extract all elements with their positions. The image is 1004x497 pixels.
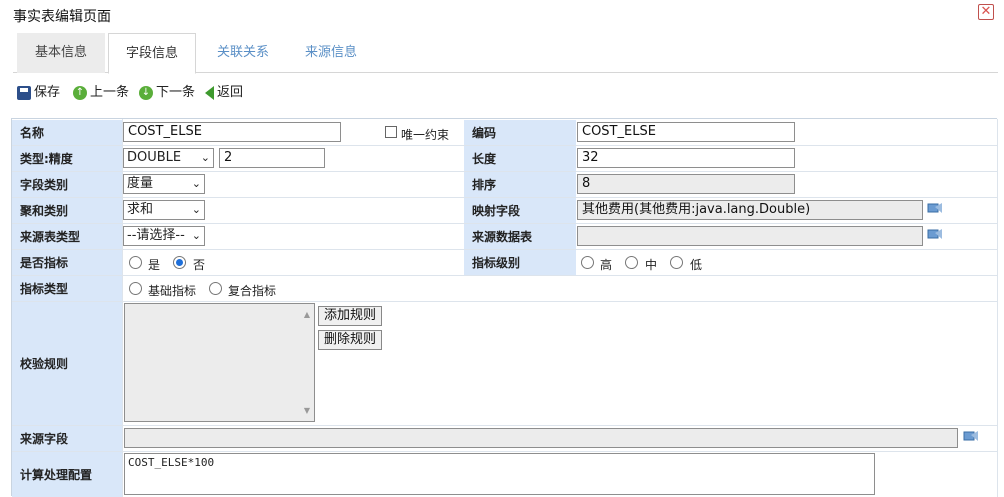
tab-bar: 基本信息 字段信息 关联关系 来源信息 <box>13 33 998 74</box>
label-calc-config: 计算处理配置 <box>12 452 122 497</box>
radio-level-mid[interactable] <box>625 256 638 269</box>
save-label: 保存 <box>34 85 61 100</box>
back-label: 返回 <box>217 85 244 100</box>
scroll-up-icon[interactable]: ▲ <box>304 310 310 319</box>
radio-mid-label: 中 <box>645 258 658 272</box>
source-table-type-value: --请选择-- <box>127 228 185 243</box>
label-is-indicator: 是否指标 <box>12 250 122 275</box>
chevron-down-icon: ⌄ <box>191 229 201 242</box>
back-button[interactable]: 返回 <box>205 80 243 106</box>
source-table-type-select[interactable]: --请选择-- ⌄ <box>123 226 205 246</box>
label-type-precision: 类型:精度 <box>12 146 122 171</box>
label-code: 编码 <box>464 120 576 145</box>
tab-source-info[interactable]: 来源信息 <box>287 33 375 73</box>
chevron-down-icon: ⌄ <box>200 151 210 164</box>
radio-low-label: 低 <box>690 258 703 272</box>
type-select-value: DOUBLE <box>127 150 182 165</box>
label-mapping: 映射字段 <box>464 198 576 223</box>
name-input[interactable]: COST_ELSE <box>123 122 341 142</box>
aggregation-select[interactable]: 求和 ⌄ <box>123 200 205 220</box>
delete-rule-button[interactable]: 删除规则 <box>318 330 383 350</box>
label-source-field: 来源字段 <box>12 426 122 451</box>
next-button[interactable]: ↓ 下一条 <box>139 80 195 106</box>
tab-relations[interactable]: 关联关系 <box>199 33 287 73</box>
field-category-value: 度量 <box>127 176 154 191</box>
calc-config-textarea[interactable]: COST_ELSE*100 <box>124 453 875 495</box>
chevron-down-icon: ⌄ <box>191 203 201 216</box>
label-indicator-level: 指标级别 <box>464 250 576 275</box>
source-data-table-input[interactable] <box>577 226 923 246</box>
add-rule-button[interactable]: 添加规则 <box>318 306 383 326</box>
radio-level-low[interactable] <box>670 256 683 269</box>
label-aggregation: 聚和类别 <box>12 198 122 223</box>
label-length: 长度 <box>464 146 576 171</box>
back-arrow-icon <box>205 85 214 100</box>
next-label: 下一条 <box>156 85 196 100</box>
floppy-disk-icon <box>17 85 31 100</box>
arrow-up-circle-icon: ↑ <box>73 85 87 100</box>
chevron-down-icon: ⌄ <box>191 177 201 190</box>
row-divider <box>12 451 998 452</box>
mapping-input[interactable]: 其他费用(其他费用:java.lang.Double) <box>577 200 923 220</box>
length-input[interactable]: 32 <box>577 148 795 168</box>
label-name: 名称 <box>12 120 122 145</box>
radio-yes-label: 是 <box>148 258 161 272</box>
row-divider <box>12 275 998 276</box>
validation-rules-list[interactable]: ▲ ▼ <box>124 303 315 422</box>
unique-checkbox[interactable] <box>385 126 397 138</box>
prev-button[interactable]: ↑ 上一条 <box>73 80 129 106</box>
radio-type-basic[interactable] <box>129 282 142 295</box>
label-source-table-type: 来源表类型 <box>12 224 122 249</box>
radio-no-label: 否 <box>193 258 206 272</box>
lookup-icon[interactable] <box>927 227 943 241</box>
radio-level-high[interactable] <box>581 256 594 269</box>
radio-type-composite[interactable] <box>209 282 222 295</box>
unique-label: 唯一约束 <box>401 128 450 142</box>
title-bar <box>0 0 1004 30</box>
label-validation-rules: 校验规则 <box>12 302 122 425</box>
radio-basic-label: 基础指标 <box>148 284 197 298</box>
sort-input[interactable]: 8 <box>577 174 795 194</box>
form-right-border <box>997 119 998 497</box>
radio-high-label: 高 <box>600 258 613 272</box>
precision-input[interactable]: 2 <box>219 148 325 168</box>
aggregation-value: 求和 <box>127 202 154 217</box>
label-field-category: 字段类别 <box>12 172 122 197</box>
scroll-down-icon[interactable]: ▼ <box>304 406 310 415</box>
radio-composite-label: 复合指标 <box>228 284 277 298</box>
radio-is-indicator-no[interactable] <box>173 256 186 269</box>
lookup-icon[interactable] <box>927 201 943 215</box>
arrow-down-circle-icon: ↓ <box>139 85 153 100</box>
field-form: 名称 COST_ELSE 唯一约束 编码 COST_ELSE 类型:精度 DOU… <box>11 118 998 497</box>
tab-field-info[interactable]: 字段信息 <box>108 33 196 74</box>
radio-is-indicator-yes[interactable] <box>129 256 142 269</box>
code-input[interactable]: COST_ELSE <box>577 122 795 142</box>
type-select[interactable]: DOUBLE ⌄ <box>123 148 214 168</box>
row-divider <box>12 425 998 426</box>
prev-label: 上一条 <box>90 85 130 100</box>
label-source-data-table: 来源数据表 <box>464 224 576 249</box>
row-divider <box>12 301 998 302</box>
close-icon[interactable]: ✕ <box>978 4 994 20</box>
label-indicator-type: 指标类型 <box>12 276 122 301</box>
save-button[interactable]: 保存 <box>17 80 60 106</box>
tab-basic-info[interactable]: 基本信息 <box>17 33 105 73</box>
field-category-select[interactable]: 度量 ⌄ <box>123 174 205 194</box>
source-field-input[interactable] <box>124 428 958 448</box>
lookup-icon[interactable] <box>963 429 979 443</box>
label-sort: 排序 <box>464 172 576 197</box>
window-title: 事实表编辑页面 <box>13 9 111 25</box>
